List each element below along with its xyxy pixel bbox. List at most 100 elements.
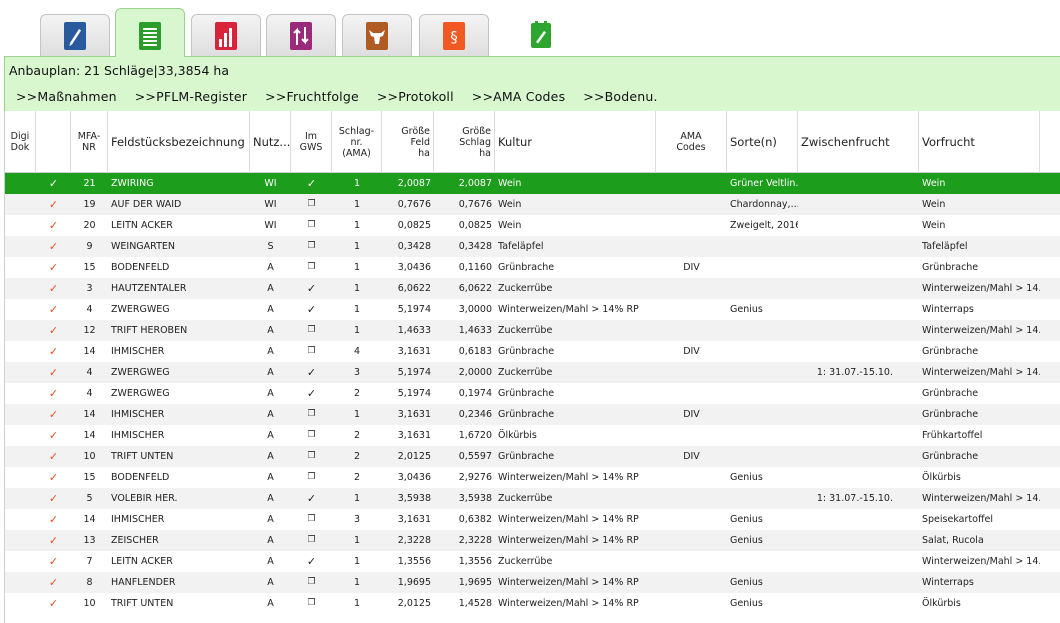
- col-im-gws[interactable]: Im GWS: [291, 111, 332, 173]
- col-sorten[interactable]: Sorte(n): [727, 111, 798, 173]
- cell-vorfrucht: Wein: [922, 220, 946, 231]
- cell-kultur: Winterweizen/Mahl > 14% RP: [498, 598, 639, 609]
- paragraph-icon: §: [442, 21, 466, 51]
- cell-schlag-nr: 2: [353, 388, 361, 399]
- col-groesse-feld[interactable]: Größe Feld ha: [382, 111, 434, 173]
- link-protokoll[interactable]: >>Protokoll: [377, 89, 454, 104]
- tab-transfer[interactable]: [266, 14, 336, 56]
- cell-vorfrucht: Tafeläpfel: [922, 241, 968, 252]
- cell-groesse-feld: 5,1974: [397, 388, 431, 399]
- gws-empty-box-icon: ❐: [307, 262, 316, 272]
- table-row[interactable]: ✓ 21 ZWIRING WI ✓ 1 2,0087 2,0087 Wein Grüner Vel…: [5, 173, 1060, 194]
- table-row[interactable]: ✓ 4 ZWERGWEG A ✓ 2 5,1974 0,1974 Grünbrache Grünb…: [5, 383, 1060, 404]
- col-groesse-schlag[interactable]: Größe Schlag ha: [434, 111, 495, 173]
- cell-feldstueck: IHMISCHER: [111, 409, 165, 420]
- check-mark-icon: ✓: [48, 429, 59, 442]
- table-row[interactable]: ✓ 12 TRIFT HEROBEN A ❐ 1 1,4633 1,4633 Zuckerrüb…: [5, 320, 1060, 341]
- cell-sorten: [727, 404, 798, 425]
- table-row[interactable]: ✓ 4 ZWERGWEG A ✓ 3 5,1974 2,0000 Zuckerrübe 1: 31…: [5, 362, 1060, 383]
- table-row[interactable]: ✓ 10 TRIFT UNTEN A ❐ 2 2,0125 0,5597 Grünbrache D…: [5, 446, 1060, 467]
- cell-nutzung: A: [267, 283, 274, 294]
- table-row[interactable]: ✓ 9 WEINGARTEN S ❐ 1 0,3428 0,3428 Tafeläpfel Taf…: [5, 236, 1060, 257]
- col-zwischenfrucht[interactable]: Zwischenfrucht: [798, 111, 919, 173]
- link-pflm-register[interactable]: >>PFLM-Register: [135, 89, 247, 104]
- cell-nutzung: A: [267, 409, 274, 420]
- col-vorfrucht[interactable]: Vorfrucht: [919, 111, 1040, 173]
- cell-sorten: [727, 383, 798, 404]
- schlag-table: Digi Dok MFA- NR Feldstücksbezeichnung N…: [4, 111, 1060, 623]
- cell-mfa-nr: 14: [83, 346, 96, 357]
- cell-nutzung: A: [267, 430, 274, 441]
- table-row[interactable]: ✓ 5 VOLEBIR HER. A ✓ 1 3,5938 3,5938 Zuckerrübe 1…: [5, 488, 1060, 509]
- cell-ama-codes: [656, 509, 727, 530]
- check-mark-icon: ✓: [48, 240, 59, 253]
- col-digi-dok[interactable]: Digi Dok: [5, 111, 36, 173]
- link-ama-codes[interactable]: >>AMA Codes: [472, 89, 566, 104]
- cell-zwischenfrucht: 1: 31.07.-15.10.: [816, 493, 893, 504]
- table-row[interactable]: ✓ 3 HAUTZENTALER A ✓ 1 6,0622 6,0622 Zuckerrübe W…: [5, 278, 1060, 299]
- col-kultur[interactable]: Kultur: [495, 111, 656, 173]
- tab-law[interactable]: §: [419, 14, 489, 56]
- gws-empty-box-icon: ❐: [307, 535, 316, 545]
- table-row[interactable]: ✓ 14 IHMISCHER A ❐ 2 3,1631 1,6720 Ölkürbis Frühk…: [5, 425, 1060, 446]
- col-ama-codes[interactable]: AMA Codes: [656, 111, 727, 173]
- cell-kultur: Zuckerrübe: [498, 283, 553, 294]
- table-row[interactable]: ✓ 7 LEITN ACKER A ✓ 1 1,3556 1,3556 Zuckerrübe Wi…: [5, 551, 1060, 572]
- cell-vorfrucht: Grünbrache: [922, 409, 979, 420]
- table-row[interactable]: ✓ 4 ZWERGWEG A ✓ 1 5,1974 3,0000 Winterweizen/Ma…: [5, 299, 1060, 320]
- table-row[interactable]: ✓ 14 IHMISCHER A ❐ 4 3,1631 0,6183 Grünbrache DIV…: [5, 341, 1060, 362]
- tab-anbauplan[interactable]: [115, 8, 185, 57]
- cell-feldstueck: ZWERGWEG: [111, 304, 170, 315]
- table-row[interactable]: ✓ 15 BODENFELD A ❐ 2 3,0436 2,9276 Winterweizen/…: [5, 467, 1060, 488]
- tab-notes[interactable]: [40, 14, 110, 56]
- cell-zwischenfrucht: [798, 173, 919, 194]
- check-mark-icon: ✓: [48, 513, 59, 526]
- cell-kultur: Winterweizen/Mahl > 14% RP: [498, 577, 639, 588]
- col-schlag-nr[interactable]: Schlag- nr. (AMA): [332, 111, 382, 173]
- cell-schlag-nr: 4: [353, 346, 361, 357]
- col-mfa-nr[interactable]: MFA- NR: [71, 111, 108, 173]
- tab-edit[interactable]: [506, 14, 576, 56]
- table-row[interactable]: ✓ 20 LEITN ACKER WI ❐ 1 0,0825 0,0825 Wein Zweige…: [5, 215, 1060, 236]
- cell-vorfrucht: Winterweizen/Mahl > 14...: [922, 367, 1040, 378]
- cell-ama-codes: [656, 488, 727, 509]
- col-check[interactable]: [36, 111, 71, 173]
- cell-ama-codes: [656, 215, 727, 236]
- link-fruchtfolge[interactable]: >>Fruchtfolge: [265, 89, 359, 104]
- table-row[interactable]: ✓ 8 HANFLENDER A ❐ 1 1,9695 1,9695 Winterweizen/…: [5, 572, 1060, 593]
- cell-sorten: [727, 236, 798, 257]
- cell-nutzung: A: [267, 367, 274, 378]
- col-feldstueck[interactable]: Feldstücksbezeichnung: [108, 111, 250, 173]
- cell-feldstueck: HANFLENDER: [111, 577, 176, 588]
- cell-ama-codes: [656, 236, 727, 257]
- table-row[interactable]: ✓ 14 IHMISCHER A ❐ 3 3,1631 0,6382 Winterweizen/…: [5, 509, 1060, 530]
- cell-groesse-schlag: 3,5938: [458, 493, 492, 504]
- cell-vorfrucht: Frühkartoffel: [922, 430, 983, 441]
- cell-zwischenfrucht: [798, 572, 919, 593]
- cell-zwischenfrucht: [798, 215, 919, 236]
- gws-empty-box-icon: ❐: [307, 199, 316, 209]
- cell-ama-codes: [656, 530, 727, 551]
- cell-nutzung: A: [267, 535, 274, 546]
- table-row[interactable]: ✓ 10 TRIFT UNTEN A ❐ 1 2,0125 1,4528 Winterweize…: [5, 593, 1060, 614]
- table-row[interactable]: ✓ 15 BODENFELD A ❐ 1 3,0436 0,1160 Grünbrache DIV…: [5, 257, 1060, 278]
- table-row[interactable]: ✓ 13 ZEISCHER A ❐ 1 2,3228 2,3228 Winterweizen/M…: [5, 530, 1060, 551]
- svg-text:§: §: [450, 28, 458, 46]
- cell-mfa-nr: 7: [86, 556, 93, 567]
- tab-livestock[interactable]: [342, 14, 412, 56]
- col-nutzung[interactable]: Nutz...: [250, 111, 291, 173]
- link-massnahmen[interactable]: >>Maßnahmen: [16, 89, 117, 104]
- table-row[interactable]: ✓ 19 AUF DER WAID WI ❐ 1 0,7676 0,7676 Wein Chard…: [5, 194, 1060, 215]
- check-mark-icon: ✓: [48, 576, 59, 589]
- cell-groesse-feld: 1,9695: [397, 577, 431, 588]
- cell-ama-codes: [656, 299, 727, 320]
- check-mark-icon: ✓: [48, 555, 59, 568]
- gws-empty-box-icon: ❐: [307, 241, 316, 251]
- link-bodenuntersuchung[interactable]: >>Bodenu.: [583, 89, 657, 104]
- cell-schlag-nr: 1: [353, 241, 361, 252]
- table-row[interactable]: ✓ 14 IHMISCHER A ❐ 1 3,1631 0,2346 Grünbrache DIV…: [5, 404, 1060, 425]
- cell-mfa-nr: 13: [83, 535, 96, 546]
- cell-groesse-feld: 0,3428: [397, 241, 431, 252]
- tab-statistics[interactable]: [191, 14, 261, 56]
- check-mark-icon: ✓: [48, 597, 59, 610]
